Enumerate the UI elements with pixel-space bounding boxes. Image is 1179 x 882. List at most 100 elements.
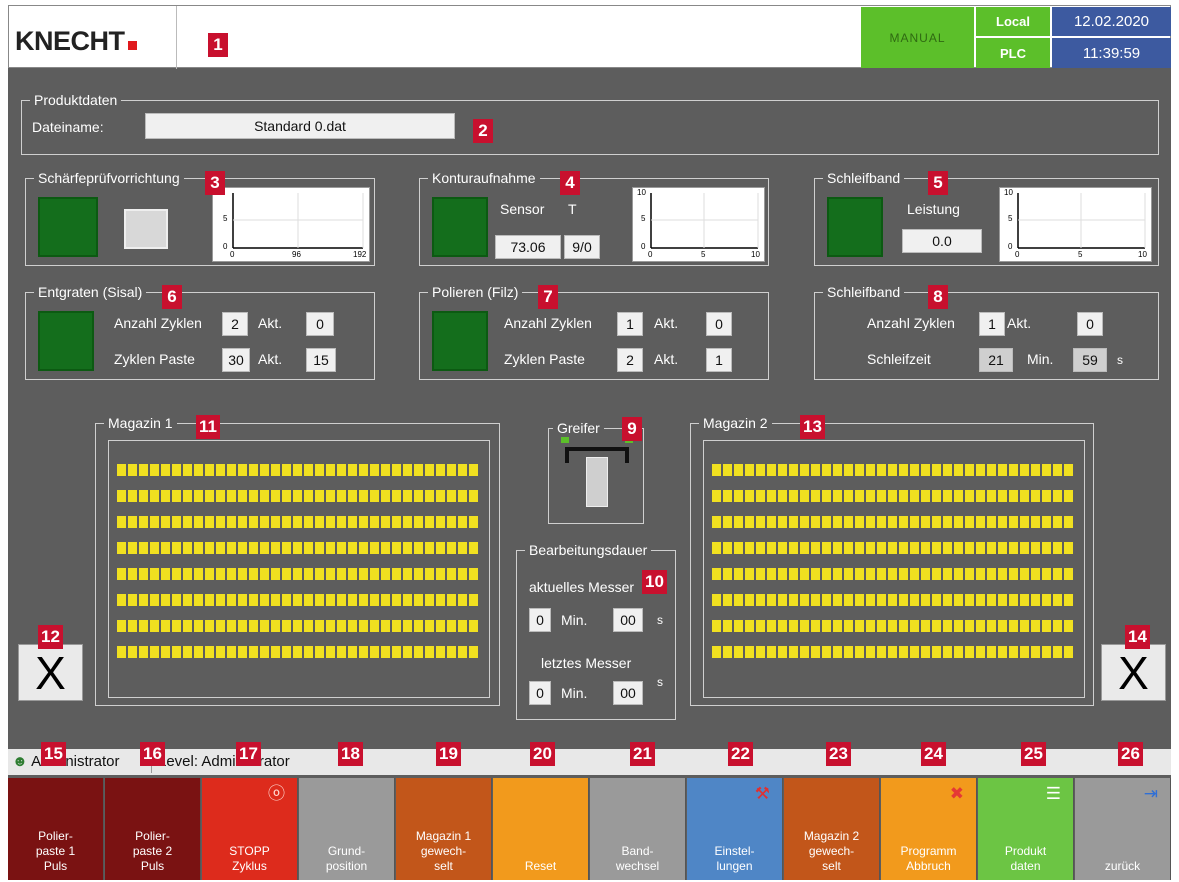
magazin-slot <box>293 594 302 606</box>
magazin-slot <box>381 568 390 580</box>
magazin-slot <box>811 490 820 502</box>
magazin-slot <box>811 542 820 554</box>
magazin-1-gewechselt-button[interactable]: Magazin 1 gewech- selt <box>396 778 492 880</box>
magazin-slot <box>800 516 809 528</box>
zyklen-paste-value: 30 <box>222 348 250 372</box>
magazin-slot <box>326 620 335 632</box>
akt-label: Akt. <box>654 351 679 367</box>
magazin-slot <box>348 620 357 632</box>
magazin-slot <box>172 646 181 658</box>
magazin-slot <box>910 490 919 502</box>
magazin-slot <box>304 464 313 476</box>
marker-10: 10 <box>642 570 667 594</box>
magazin-slot <box>128 464 137 476</box>
stopp-zyklus-button[interactable]: ⓞ STOPP Zyklus <box>202 778 298 880</box>
magazin-slot <box>150 646 159 658</box>
magazin-slot <box>337 620 346 632</box>
magazin-slot <box>811 464 820 476</box>
magazin-slot <box>425 620 434 632</box>
schleifzeit-label: Schleifzeit <box>867 351 931 367</box>
magazin-slot <box>756 464 765 476</box>
magazin-slot <box>1009 542 1018 554</box>
magazin-slot <box>833 516 842 528</box>
reset-button[interactable]: Reset <box>493 778 589 880</box>
magazin-slot <box>910 620 919 632</box>
magazin-2-clear-button[interactable]: X <box>1101 644 1166 701</box>
kontur-group: Konturaufnahme Sensor T 73.06 9/0 10 5 0… <box>419 170 769 266</box>
polierpaste-1-puls-button[interactable]: Polier- paste 1 Puls <box>8 778 104 880</box>
magazin-slot <box>998 516 1007 528</box>
magazin-slot <box>789 594 798 606</box>
mode-indicator: MANUAL <box>861 7 974 68</box>
magazin-slot <box>227 646 236 658</box>
grundposition-button[interactable]: Grund- position <box>299 778 395 880</box>
magazin-slot <box>117 646 126 658</box>
magazin-slot <box>811 620 820 632</box>
schleifband-chart: 10 5 0 0 5 10 <box>999 187 1152 262</box>
zurueck-button[interactable]: ⇥ zurück <box>1075 778 1171 880</box>
magazin-slot <box>359 594 368 606</box>
magazin-slot <box>150 464 159 476</box>
magazin-slots <box>117 464 481 658</box>
magazin-slot <box>910 646 919 658</box>
anzahl-zyklen-value: 2 <box>222 312 248 336</box>
magazin-slot <box>183 542 192 554</box>
magazin-slot <box>712 620 721 632</box>
magazin-slot <box>899 542 908 554</box>
magazin-slot <box>778 516 787 528</box>
magazin-slot <box>172 594 181 606</box>
time-display: 11:39:59 <box>1052 38 1171 68</box>
magazin-slot <box>271 594 280 606</box>
magazin-slot <box>348 646 357 658</box>
magazin-slot <box>888 620 897 632</box>
magazin-1-clear-button[interactable]: X <box>18 644 83 701</box>
magazin-slot <box>469 646 478 658</box>
aktuell-min-value: 0 <box>529 608 551 632</box>
magazin-slot <box>469 594 478 606</box>
magazin-slot <box>150 516 159 528</box>
magazin-slot <box>205 464 214 476</box>
magazin-slot <box>216 516 225 528</box>
magazin-slot <box>139 464 148 476</box>
polierpaste-2-puls-button[interactable]: Polier- paste 2 Puls <box>105 778 201 880</box>
magazin-slot <box>337 490 346 502</box>
magazin-slot <box>183 516 192 528</box>
marker-24: 24 <box>921 742 946 766</box>
magazin-slot <box>139 646 148 658</box>
magazin-row <box>712 620 1076 632</box>
magazin-row <box>712 646 1076 658</box>
magazin-2-gewechselt-button[interactable]: Magazin 2 gewech- selt <box>784 778 880 880</box>
bandwechsel-button[interactable]: Band- wechsel <box>590 778 686 880</box>
produktdaten-button[interactable]: ☰ Produkt daten <box>978 778 1074 880</box>
magazin-2-group: Magazin 2 <box>690 415 1094 706</box>
magazin-slot <box>844 646 853 658</box>
magazin-slot <box>866 464 875 476</box>
magazin-slot <box>238 646 247 658</box>
button-label: STOPP Zyklus <box>229 844 270 873</box>
magazin-slot <box>447 568 456 580</box>
magazin-slot <box>800 490 809 502</box>
magazin-slot <box>282 620 291 632</box>
magazin-slot <box>888 594 897 606</box>
anzahl-zyklen-value: 1 <box>617 312 643 336</box>
magazin-slot <box>414 490 423 502</box>
magazin-slot <box>249 464 258 476</box>
marker-1: 1 <box>208 33 228 57</box>
magazin-slot <box>877 490 886 502</box>
magazin-slot <box>436 464 445 476</box>
programm-abbruch-button[interactable]: ✖ Programm Abbruch <box>881 778 977 880</box>
anzahl-akt-value: 0 <box>1077 312 1103 336</box>
magazin-slot <box>282 594 291 606</box>
magazin-slot <box>965 490 974 502</box>
magazin-slot <box>1031 594 1040 606</box>
einstellungen-button[interactable]: ⚒ Einstel- lungen <box>687 778 783 880</box>
date-display: 12.02.2020 <box>1052 7 1171 36</box>
magazin-slot <box>877 646 886 658</box>
dateiname-field[interactable]: Standard 0.dat <box>145 113 455 139</box>
magazin-slot <box>1042 516 1051 528</box>
magazin-slot <box>745 490 754 502</box>
magazin-slot <box>899 464 908 476</box>
local-indicator: Local <box>976 7 1050 36</box>
magazin-slots <box>712 464 1076 658</box>
magazin-slot <box>712 542 721 554</box>
